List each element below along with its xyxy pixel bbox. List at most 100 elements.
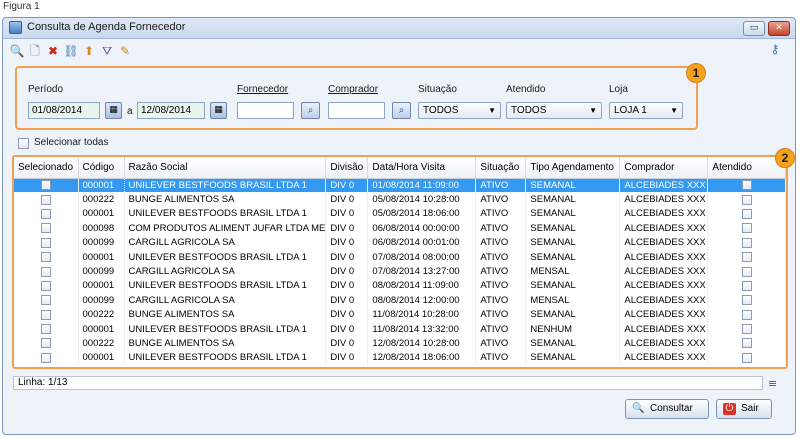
new-document-icon[interactable]: 🗋 bbox=[27, 43, 43, 59]
row-select-checkbox[interactable] bbox=[40, 194, 51, 205]
date-from-field[interactable]: 01/08/2014 bbox=[28, 102, 100, 119]
atendido-checkbox[interactable] bbox=[741, 266, 752, 277]
atendido-checkbox[interactable] bbox=[741, 237, 752, 248]
cell-codigo: 000001 bbox=[78, 321, 125, 337]
table-row[interactable]: 000001 UNILEVER BESTFOODS BRASIL LTDA 1 DI… bbox=[14, 350, 786, 366]
consultar-button[interactable]: 🔍 Consultar bbox=[625, 399, 709, 419]
fornecedor-search-icon[interactable]: ⌕ bbox=[301, 102, 320, 119]
atendido-checkbox[interactable] bbox=[741, 295, 752, 306]
cell-comprador: ALCEBIADES XXX bbox=[619, 264, 709, 279]
col-situacao[interactable]: Situação bbox=[475, 157, 527, 179]
sair-button[interactable]: ⏻ Sair bbox=[716, 399, 772, 419]
atendido-checkbox[interactable] bbox=[741, 324, 752, 335]
col-data-hora[interactable]: Data/Hora Visita bbox=[367, 157, 477, 179]
comprador-search-icon[interactable]: ⌕ bbox=[392, 102, 411, 119]
cell-codigo: 000001 bbox=[78, 350, 125, 366]
cell-divisao: DIV 0 bbox=[325, 264, 369, 279]
cell-codigo: 000099 bbox=[78, 235, 125, 250]
col-codigo[interactable]: Código bbox=[78, 157, 125, 179]
menu-icon[interactable]: ≡ bbox=[768, 377, 777, 390]
cell-situacao: ATIVO bbox=[475, 178, 527, 193]
table-row[interactable]: 000222 BUNGE ALIMENTOS SA DIV 0 05/08/2014 … bbox=[14, 192, 786, 207]
table-row[interactable]: 000222 BUNGE ALIMENTOS SA DIV 0 12/08/2014 … bbox=[14, 336, 786, 351]
row-select-checkbox[interactable] bbox=[40, 180, 51, 191]
col-divisao[interactable]: Divisão bbox=[325, 157, 369, 179]
atendido-checkbox[interactable] bbox=[741, 338, 752, 349]
row-select-checkbox[interactable] bbox=[40, 252, 51, 263]
atendido-checkbox[interactable] bbox=[741, 180, 752, 191]
fornecedor-label[interactable]: Fornecedor bbox=[237, 84, 288, 95]
row-select-cell bbox=[14, 221, 79, 236]
calendar-to-icon[interactable]: ▦ bbox=[210, 102, 227, 119]
cell-tipo: SEMANAL bbox=[525, 278, 621, 294]
row-select-checkbox[interactable] bbox=[40, 352, 51, 363]
delete-icon[interactable]: ✖ bbox=[45, 43, 61, 59]
edit-icon[interactable]: ✎ bbox=[117, 43, 133, 59]
row-select-checkbox[interactable] bbox=[40, 266, 51, 277]
row-select-checkbox[interactable] bbox=[40, 309, 51, 320]
table-row[interactable]: 000099 CARGILL AGRICOLA SA DIV 0 08/08/2014… bbox=[14, 293, 786, 308]
select-all-checkbox[interactable] bbox=[18, 138, 29, 149]
table-row[interactable]: 000001 UNILEVER BESTFOODS BRASIL LTDA 1 DI… bbox=[14, 249, 786, 265]
table-row[interactable]: 000001 UNILEVER BESTFOODS BRASIL LTDA 1 DI… bbox=[14, 206, 786, 222]
atendido-checkbox[interactable] bbox=[741, 280, 752, 291]
row-select-checkbox[interactable] bbox=[40, 237, 51, 248]
cell-razao: CARGILL AGRICOLA SA bbox=[124, 264, 327, 279]
status-bar: Linha: 1/13 bbox=[13, 376, 763, 390]
calendar-from-icon[interactable]: ▦ bbox=[105, 102, 122, 119]
col-atendido[interactable]: Atendido bbox=[707, 157, 786, 179]
comprador-field[interactable] bbox=[328, 102, 385, 119]
atendido-checkbox[interactable] bbox=[741, 309, 752, 320]
col-selecionado[interactable]: Selecionado bbox=[14, 157, 79, 179]
row-select-checkbox[interactable] bbox=[40, 280, 51, 291]
table-row[interactable]: 000098 COM PRODUTOS ALIMENT JUFAR LTDA ME… bbox=[14, 221, 786, 236]
col-tipo-agendamento[interactable]: Tipo Agendamento bbox=[525, 157, 621, 179]
loja-select[interactable]: LOJA 1 ▼ bbox=[609, 102, 683, 119]
comprador-label[interactable]: Comprador bbox=[328, 84, 378, 95]
cell-situacao: ATIVO bbox=[475, 321, 527, 337]
atendido-checkbox[interactable] bbox=[741, 194, 752, 205]
atendido-checkbox[interactable] bbox=[741, 208, 752, 219]
row-select-checkbox[interactable] bbox=[40, 208, 51, 219]
link-icon[interactable]: ⛓ bbox=[63, 43, 79, 59]
cell-data: 05/08/2014 10:28:00 bbox=[367, 192, 477, 207]
cell-comprador: ALCEBIADES XXX bbox=[619, 235, 709, 250]
table-row[interactable]: 000001 UNILEVER BESTFOODS BRASIL LTDA 1 DI… bbox=[14, 177, 786, 193]
table-row[interactable]: 000222 BUNGE ALIMENTOS SA DIV 0 11/08/2014 … bbox=[14, 307, 786, 322]
atendido-checkbox[interactable] bbox=[741, 352, 752, 363]
table-row[interactable]: 000001 UNILEVER BESTFOODS BRASIL LTDA 1 DI… bbox=[14, 321, 786, 337]
cell-codigo: 000001 bbox=[78, 249, 125, 265]
filter-icon[interactable]: ⛛ bbox=[99, 43, 115, 59]
cell-divisao: DIV 0 bbox=[325, 278, 369, 294]
cell-comprador: ALCEBIADES XXX bbox=[619, 206, 709, 222]
select-all-label: Selecionar todas bbox=[34, 137, 109, 148]
atendido-cell bbox=[707, 221, 786, 236]
col-comprador[interactable]: Comprador bbox=[619, 157, 709, 179]
row-select-cell bbox=[14, 278, 79, 294]
situacao-select[interactable]: TODOS ▼ bbox=[418, 102, 501, 119]
cell-codigo: 000098 bbox=[78, 221, 125, 236]
atendido-cell bbox=[707, 350, 786, 366]
table-row[interactable]: 000099 CARGILL AGRICOLA SA DIV 0 06/08/2014… bbox=[14, 235, 786, 250]
atendido-checkbox[interactable] bbox=[741, 223, 752, 234]
col-razao-social[interactable]: Razão Social bbox=[124, 157, 327, 179]
exit-icon: ⏻ bbox=[723, 403, 736, 415]
table-row[interactable]: 000099 CARGILL AGRICOLA SA DIV 0 07/08/2014… bbox=[14, 264, 786, 279]
fornecedor-field[interactable] bbox=[237, 102, 294, 119]
cell-tipo: SEMANAL bbox=[525, 206, 621, 222]
table-row[interactable]: 000001 UNILEVER BESTFOODS BRASIL LTDA 1 DI… bbox=[14, 278, 786, 294]
close-button[interactable]: ✕ bbox=[768, 21, 790, 36]
export-icon[interactable]: ⬆ bbox=[81, 43, 97, 59]
atendido-checkbox[interactable] bbox=[741, 252, 752, 263]
cell-situacao: ATIVO bbox=[475, 293, 527, 308]
key-icon[interactable]: ⚷ bbox=[767, 42, 783, 58]
row-select-checkbox[interactable] bbox=[40, 324, 51, 335]
row-select-checkbox[interactable] bbox=[40, 295, 51, 306]
date-to-field[interactable]: 12/08/2014 bbox=[137, 102, 205, 119]
search-icon[interactable]: 🔍 bbox=[9, 43, 25, 59]
row-select-checkbox[interactable] bbox=[40, 338, 51, 349]
row-select-checkbox[interactable] bbox=[40, 223, 51, 234]
minimize-button[interactable]: ▭ bbox=[743, 21, 765, 36]
chevron-down-icon: ▼ bbox=[589, 106, 597, 115]
atendido-select[interactable]: TODOS ▼ bbox=[506, 102, 602, 119]
